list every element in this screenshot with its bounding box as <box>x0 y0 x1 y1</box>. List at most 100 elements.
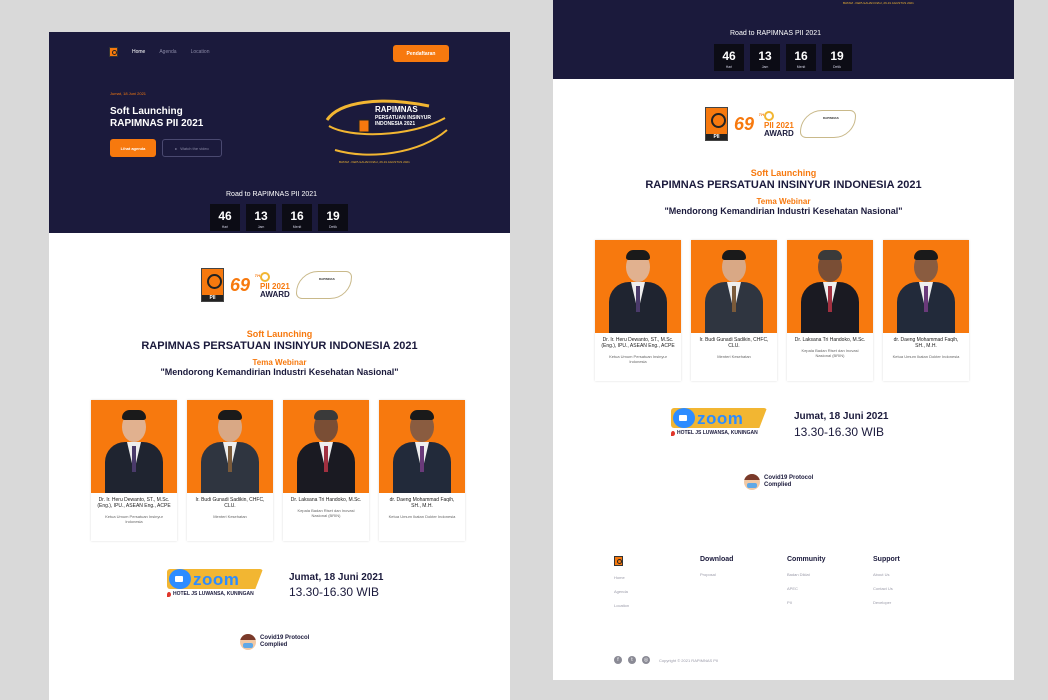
hero-section: Home Agenda Location Pendaftaran Jumat, … <box>49 32 510 233</box>
footer-pii-logo-icon[interactable] <box>614 556 623 566</box>
footer-link-pii[interactable]: PII <box>787 600 826 605</box>
speaker-card[interactable]: Dr. Ir. Heru Dewanto, ST., M.Sc.(Eng.), … <box>91 400 177 541</box>
speaker-role: Ketua Umum Ikatan Dokter Indonesia <box>892 354 960 359</box>
venue-location: HOTEL JS LUWANSA, KUNINGAN <box>671 430 767 436</box>
countdown-hours: 13 Jam <box>246 204 276 231</box>
footer-col-support: Support About Us Contact Us Developer <box>873 556 900 614</box>
speaker-photo <box>787 240 873 333</box>
footer-link-contact-us[interactable]: Contact Us <box>873 586 900 591</box>
speaker-role: Ketua Umum Ikatan Dokter Indonesia <box>388 514 456 519</box>
pii-logo-text: PII <box>706 134 727 140</box>
speaker-card[interactable]: dr. Daeng Mohammad Faqih, SH., M.H. Ketu… <box>379 400 465 541</box>
anniversary-logo: 69 TH <box>230 273 260 296</box>
zoom-wordmark: zoom <box>193 570 240 589</box>
speaker-card[interactable]: Dr. Laksana Tri Handoko, M.Sc. Kepala Ba… <box>787 240 873 381</box>
rapimnas-logo-subtitle: PERSATUAN INSINYUR INDONESIA 2021 <box>375 115 432 127</box>
speaker-card[interactable]: Dr. Ir. Heru Dewanto, ST., M.Sc.(Eng.), … <box>595 240 681 381</box>
footer-link-about-us[interactable]: About Us <box>873 572 900 577</box>
pii-logo: PII <box>201 268 224 302</box>
venue-location-text: HOTEL JS LUWANSA, KUNINGAN <box>677 430 758 436</box>
speaker-name: Dr. Laksana Tri Handoko, M.Sc. <box>794 337 866 343</box>
anniversary-sup: TH <box>254 272 260 278</box>
footer-link-apec[interactable]: APEC <box>787 586 826 591</box>
footer-link-proposal[interactable]: Proposal <box>700 572 733 577</box>
location-pin-icon <box>671 430 675 436</box>
twitter-icon[interactable]: t <box>628 656 636 664</box>
pii-logo-text: PII <box>202 295 223 301</box>
speaker-role: Menteri Kesehatan <box>717 354 751 359</box>
zoom-banner: zoom <box>671 408 767 428</box>
event-date: Jumat, 18 Juni 2021 <box>794 411 889 422</box>
countdown-seconds: 19 Detik <box>318 204 348 231</box>
watch-video-label: Watch the video <box>180 145 209 151</box>
speaker-name: Ir. Budi Gunadi Sadikin, CHFC, CLU. <box>195 497 265 509</box>
footer-link-badan-diklat[interactable]: Badan Diklat <box>787 572 826 577</box>
nav-home[interactable]: Home <box>132 49 145 55</box>
footer-link-location[interactable]: Location <box>614 603 629 608</box>
hero-title-line2: RAPIMNAS PII 2021 <box>110 118 204 129</box>
event-date: Jumat, 18 Juni 2021 <box>289 572 384 583</box>
footer-link-agenda[interactable]: Agenda <box>614 589 629 594</box>
covid-line1: Covid19 Protocol <box>260 635 310 641</box>
zoom-venue-logo: zoom HOTEL JS LUWANSA, KUNINGAN <box>167 569 263 597</box>
nav-location[interactable]: Location <box>191 49 210 55</box>
covid-line2: Complied <box>764 482 792 488</box>
speaker-card[interactable]: Ir. Budi Gunadi Sadikin, CHFC, CLU. Ment… <box>187 400 273 541</box>
countdown-seconds: 19 Detik <box>822 44 852 71</box>
award-circle-icon <box>764 110 774 121</box>
event-heading: Soft Launching RAPIMNAS PERSATUAN INSINY… <box>553 168 1014 216</box>
watch-video-button[interactable]: ▸ Watch the video <box>162 139 222 157</box>
footer-link-developer[interactable]: Developer <box>873 600 900 605</box>
masked-face-icon <box>744 474 760 490</box>
footer-link-home[interactable]: Home <box>614 575 629 580</box>
view-agenda-button[interactable]: Lihat agenda <box>110 139 156 157</box>
nav-agenda[interactable]: Agenda <box>159 49 176 55</box>
speaker-card[interactable]: Dr. Laksana Tri Handoko, M.Sc. Kepala Ba… <box>283 400 369 541</box>
masked-face-icon <box>240 634 256 650</box>
venue-location: HOTEL JS LUWANSA, KUNINGAN <box>167 591 263 597</box>
countdown-strip: BATAM - KEPULAUAN RIAU, 26-31 AGUSTUS 20… <box>553 0 1014 79</box>
speaker-role: Kepala Badan Riset dan Inovasi Nasional … <box>297 508 355 518</box>
hero-date: Jumat, 18 Juni 2021 <box>110 91 147 96</box>
covid-line1: Covid19 Protocol <box>764 475 814 481</box>
speaker-photo <box>883 240 969 333</box>
countdown-days-label: Hari <box>221 225 229 229</box>
countdown-minutes: 16 Menit <box>282 204 312 231</box>
partner-logos: PII 69 TH PII 2021 AWARD RAPIMNAS <box>705 107 856 141</box>
event-kicker: Soft Launching <box>750 168 817 178</box>
speaker-name: Dr. Ir. Heru Dewanto, ST., M.Sc.(Eng.), … <box>601 337 675 349</box>
mini-rapimnas-title: RAPIMNAS <box>318 277 335 281</box>
speaker-card[interactable]: Ir. Budi Gunadi Sadikin, CHFC, CLU. Ment… <box>691 240 777 381</box>
footer-col-main: Home Agenda Location <box>614 556 629 617</box>
speaker-photo <box>691 240 777 333</box>
footer-col-download: Download Proposal <box>700 556 733 586</box>
covid-line2: Complied <box>260 642 288 648</box>
social-links: f t ◎ Copyright © 2021 RAPIMNAS PII <box>614 656 718 664</box>
play-icon: ▸ <box>175 145 178 151</box>
rapimnas-logo-caption: BATAM - KEPULAUAN RIAU, 26-31 AGUSTUS 20… <box>339 160 410 164</box>
rapimnas-logo: RAPIMNAS PERSATUAN INSINYUR INDONESIA 20… <box>319 98 451 170</box>
speaker-role: Ketua Umum Persatuan Insinyur Indonesia <box>609 354 667 364</box>
anniversary-sup: TH <box>758 111 764 117</box>
footer-col-community: Community Badan Diklat APEC PII <box>787 556 826 614</box>
speaker-role: Ketua Umum Persatuan Insinyur Indonesia <box>105 514 163 524</box>
anniversary-logo: 69 TH <box>734 112 764 135</box>
footer-support-title: Support <box>873 556 900 563</box>
register-button[interactable]: Pendaftaran <box>393 45 449 62</box>
partner-logos: PII 69 TH PII 2021 AWARD RAPIMNAS <box>201 268 352 302</box>
facebook-icon[interactable]: f <box>614 656 622 664</box>
countdown-minutes: 16 Menit <box>786 44 816 71</box>
countdown-days: 46 Hari <box>210 204 240 231</box>
speaker-name: Dr. Laksana Tri Handoko, M.Sc. <box>290 497 362 503</box>
countdown-hours-value: 13 <box>254 209 268 223</box>
countdown-seconds-label: Detik <box>833 65 841 69</box>
speaker-card[interactable]: dr. Daeng Mohammad Faqih, SH., M.H. Ketu… <box>883 240 969 381</box>
pii-logo: PII <box>705 107 728 141</box>
covid-badge: Covid19 Protocol Complied <box>744 474 813 490</box>
instagram-icon[interactable]: ◎ <box>642 656 650 664</box>
theme-text: "Mendorong Kemandirian Industri Kesehata… <box>160 367 399 377</box>
countdown-hours-label: Jam <box>761 65 769 69</box>
pii-logo-icon[interactable] <box>109 47 118 57</box>
event-title: RAPIMNAS PERSATUAN INSINYUR INDONESIA 20… <box>645 179 922 191</box>
covid-badge: Covid19 Protocol Complied <box>240 634 309 650</box>
